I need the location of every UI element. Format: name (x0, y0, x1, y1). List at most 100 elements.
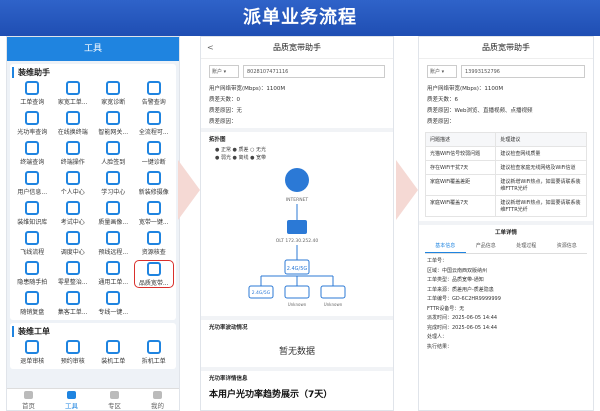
info-line: 质差原因：Web浏览、直播视频、点播视频 (427, 108, 533, 114)
table-cell: 家庭WiFi覆盖差距 (426, 175, 497, 195)
tool-icon (65, 340, 80, 354)
topology-label: 拓扑图 (201, 128, 393, 146)
tool-item[interactable]: 资源核查 (134, 230, 175, 258)
order-field: 执行结果： (427, 343, 453, 350)
tool-item[interactable]: 拆机工单 (134, 339, 175, 367)
tool-icon (106, 111, 121, 125)
tool-icon (146, 81, 161, 95)
node-label: Unknown (324, 302, 343, 307)
account-input[interactable]: 8028107471116 (243, 65, 385, 78)
topology-diagram: INTERNET OLT 172.30.252.40 2.4G/5G 2.4G/… (248, 168, 346, 307)
order-tab[interactable]: 资源信息 (547, 239, 588, 253)
tool-item[interactable]: 装机工单 (93, 339, 134, 367)
table-row: 问题描述 处理建议 (426, 133, 586, 146)
tool-item[interactable]: 隐患随手拍 (12, 260, 53, 288)
tool-item[interactable]: 个人中心 (53, 170, 94, 198)
tool-label: 装机工单 (101, 358, 126, 365)
flow-arrow-icon (396, 160, 418, 220)
tool-item[interactable]: 家宽工单... (53, 80, 94, 108)
tool-item[interactable]: 专线一键... (93, 290, 134, 318)
tool-label: 拆机工单 (141, 358, 166, 365)
tool-item[interactable]: 预约审核 (53, 339, 94, 367)
tab-item[interactable]: 工具 (50, 389, 93, 410)
tool-label: 隐患随手拍 (17, 279, 48, 286)
order-tab[interactable]: 产品信息 (466, 239, 507, 253)
tool-item[interactable]: 飞线流程 (12, 230, 53, 258)
section-title: 装维工单 (12, 326, 174, 337)
section-title: 装维助手 (12, 67, 174, 78)
tool-item[interactable]: 集客工单... (53, 290, 94, 318)
tool-icon (65, 291, 80, 305)
tool-label: 专线一键... (98, 309, 129, 316)
tool-item[interactable]: 家宽诊断 (93, 80, 134, 108)
tool-item[interactable]: 人脸签到 (93, 140, 134, 168)
tool-item[interactable]: 调度中心 (53, 230, 94, 258)
tab-item[interactable]: 专区 (93, 389, 136, 410)
node-label: INTERNET (286, 197, 309, 203)
tab-item[interactable]: 我的 (136, 389, 179, 410)
tab-item[interactable]: 首页 (7, 389, 50, 410)
legend: ● 弱光 ● 离线 ● 宽带 (215, 155, 267, 161)
tool-item[interactable]: 品质宽带... (133, 260, 174, 288)
table-row: 家庭WiFi覆盖7天 建议新增WiFi热点，如需要请联系装维FTTR光纤 (426, 195, 586, 216)
tool-icon (106, 261, 121, 275)
tool-label: 一键诊断 (141, 159, 166, 166)
tool-icon (65, 261, 80, 275)
tool-icon (146, 171, 161, 185)
tool-label: 家宽工单... (57, 99, 88, 106)
tool-item[interactable]: 终端操作 (53, 140, 94, 168)
order-field: 派发时间：2025-06-05 14:44 (427, 315, 498, 321)
tool-item[interactable]: 零星整治... (53, 260, 94, 288)
tool-item[interactable]: 智能网关... (93, 110, 134, 138)
trend-title: 本用户光功率趋势展示（7天） (209, 390, 333, 400)
tab-icon (110, 391, 119, 399)
tool-item[interactable]: 预线远程... (93, 230, 134, 258)
tool-item[interactable]: 学习中心 (93, 170, 134, 198)
detail-panel: 品质宽带助手 账户 ▾ 13993152796 用户网络带宽(Mbps)：110… (418, 36, 594, 411)
tool-item[interactable]: 在线换终端 (53, 110, 94, 138)
tool-icon (146, 111, 161, 125)
order-field: 工单号： (427, 258, 448, 264)
tool-label: 智能网关... (98, 129, 129, 136)
tool-icon (65, 111, 80, 125)
tool-icon (106, 231, 121, 245)
tool-item[interactable]: 质量画像... (93, 200, 134, 228)
tool-item[interactable]: 新装修摄像 (134, 170, 175, 198)
tool-item[interactable]: 全流程可... (134, 110, 175, 138)
problem-table: 问题描述 处理建议 光猫WiFi信号较弱问题 建议检查网线质量 存在WiFi干扰7天 建议… (425, 132, 587, 217)
tool-item[interactable]: 宽带一键... (134, 200, 175, 228)
tool-item[interactable]: 随销复盘 (12, 290, 53, 318)
legend: ● 正常 ● 质差 ○ 无光 (215, 147, 267, 153)
table-cell: 建议新增WiFi热点，如需要请联系装维FTTR光纤 (500, 200, 581, 213)
globe-icon (285, 168, 309, 192)
tool-item[interactable]: 考试中心 (53, 200, 94, 228)
table-cell: 处理建议 (500, 137, 521, 143)
tool-item[interactable]: 光功率查询 (12, 110, 53, 138)
tool-icon (106, 201, 121, 215)
account-type-select[interactable]: 账户 ▾ (209, 65, 239, 78)
table-row: 光猫WiFi信号较弱问题 建议检查网线质量 (426, 146, 586, 160)
account-type-select[interactable]: 账户 ▾ (427, 65, 457, 78)
tool-label: 飞线流程 (20, 249, 45, 256)
tool-item[interactable]: 退单审核 (12, 339, 53, 367)
tool-label: 工单查询 (20, 99, 45, 106)
account-input[interactable]: 13993152796 (461, 65, 585, 78)
tool-item[interactable]: 一键诊断 (134, 140, 175, 168)
tool-label: 考试中心 (60, 219, 85, 226)
tool-item[interactable]: 通用工单... (93, 260, 134, 288)
info-line: 质差天数：6 (427, 97, 458, 103)
tool-item[interactable]: 终端查询 (12, 140, 53, 168)
table-cell: 家庭WiFi覆盖7天 (426, 196, 497, 216)
tool-item[interactable]: 工单查询 (12, 80, 53, 108)
back-button[interactable]: < (207, 37, 214, 59)
tool-item[interactable]: 用户信息... (12, 170, 53, 198)
order-tab[interactable]: 基本信息 (425, 239, 466, 253)
tool-item[interactable]: 告警查询 (134, 80, 175, 108)
order-tab[interactable]: 处理过程 (506, 239, 547, 253)
tool-icon (25, 291, 40, 305)
tool-icon (146, 231, 161, 245)
info-line: 质差原因：无 (209, 108, 243, 114)
node-label: OLT 172.30.252.40 (276, 238, 319, 244)
tool-item[interactable]: 装维知识库 (12, 200, 53, 228)
table-row: 存在WiFi干扰7天 建议检查家庭无线网络及WiFi信道 (426, 160, 586, 174)
